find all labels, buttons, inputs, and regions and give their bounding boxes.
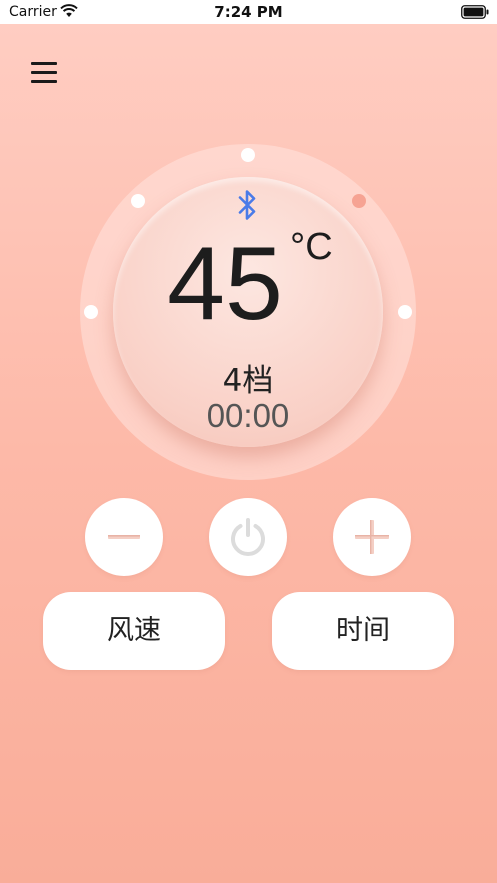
fan-speed-button[interactable]: 风速 [43,592,225,670]
minus-icon [108,535,140,539]
plus-icon [355,520,389,554]
gear-level-label: 4档 [222,363,274,399]
temperature-value: 45 [167,226,283,342]
level-dot-4[interactable] [352,194,366,208]
status-time: 7:24 PM [214,3,283,21]
level-dot-2[interactable] [131,194,145,208]
battery-icon [461,5,489,19]
time-button[interactable]: 时间 [272,592,454,670]
power-button[interactable] [209,498,287,576]
bluetooth-icon [238,190,256,220]
level-dot-5[interactable] [398,305,412,319]
level-dot-1[interactable] [84,305,98,319]
level-dot-3[interactable] [241,148,255,162]
timer-display: 00:00 [206,397,290,434]
heater-screen: 45 °C 4档 00:00 风速 时间 [0,24,497,883]
decrease-button[interactable] [85,498,163,576]
status-bar: Carrier 7:24 PM [0,0,497,24]
increase-button[interactable] [333,498,411,576]
menu-button[interactable] [29,60,61,88]
hamburger-menu-icon [31,62,57,65]
temperature-unit: °C [290,226,333,268]
power-icon [231,518,265,556]
